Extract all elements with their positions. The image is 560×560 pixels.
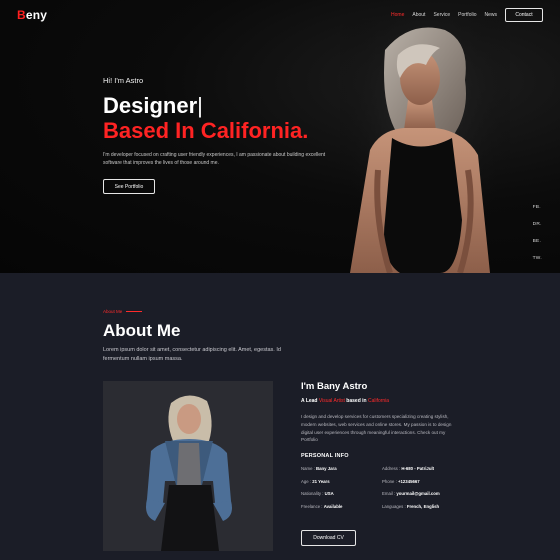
about-lead-text: Lorem ipsum dolor sit amet, consectetur … bbox=[103, 347, 281, 362]
typing-cursor: | bbox=[197, 93, 203, 118]
info-value: 21 Years bbox=[312, 478, 330, 484]
profile-name: I'm Bany Astro bbox=[301, 381, 368, 392]
role-highlight: Visual Artist bbox=[318, 398, 345, 404]
info-label: Phone : bbox=[382, 478, 399, 484]
nav-item-service[interactable]: Service bbox=[433, 12, 450, 18]
nav-item-news[interactable]: News bbox=[484, 12, 497, 18]
info-address: Address : H-680 - PatriJult bbox=[382, 466, 472, 471]
info-nationality: Nationality : USA bbox=[301, 491, 382, 496]
nav-item-home[interactable]: Home bbox=[391, 12, 404, 18]
social-behance-link[interactable]: BE. bbox=[533, 239, 542, 244]
personal-info-title: PERSONAL INFO bbox=[301, 453, 349, 460]
info-value: +12345667 bbox=[398, 478, 420, 484]
logo[interactable]: Beny bbox=[17, 8, 47, 22]
role-prefix: A Lead bbox=[301, 398, 319, 404]
info-label: Email : bbox=[382, 491, 397, 497]
role-location: California bbox=[367, 398, 390, 404]
see-portfolio-button[interactable]: See Portfolio bbox=[103, 179, 155, 194]
info-value: Available bbox=[323, 503, 343, 509]
social-facebook-link[interactable]: FB. bbox=[533, 205, 542, 210]
hero-description: I'm developer focused on crafting user f… bbox=[103, 152, 326, 166]
about-section: About Me About Me Lorem ipsum dolor sit … bbox=[0, 273, 560, 560]
about-title: About Me bbox=[103, 321, 181, 340]
hero-subheadline: Based In California. bbox=[103, 118, 309, 143]
info-email: Email : yourmail@gmail.com bbox=[382, 491, 472, 496]
profile-role: A Lead Visual Artist based in California bbox=[301, 398, 471, 404]
info-label: Age : bbox=[301, 478, 313, 484]
info-value: USA bbox=[324, 491, 334, 497]
info-name: Name : Bany Jara bbox=[301, 466, 382, 471]
eyebrow-divider bbox=[126, 311, 143, 312]
info-label: Languages : bbox=[382, 503, 407, 509]
info-value: French, English bbox=[406, 503, 440, 509]
about-eyebrow: About Me bbox=[103, 309, 143, 314]
info-value: H-680 - PatriJult bbox=[401, 466, 435, 472]
social-links: FB. DR. BE. TW. bbox=[533, 205, 542, 261]
hero-portrait-image bbox=[340, 20, 510, 273]
info-value: Bany Jara bbox=[316, 466, 337, 472]
download-cv-button[interactable]: Download CV bbox=[301, 530, 356, 546]
info-label: Address : bbox=[382, 466, 402, 472]
profile-bio: I design and develop services for custom… bbox=[301, 414, 452, 443]
personal-info-grid: Name : Bany Jara Address : H-680 - Patri… bbox=[301, 466, 471, 509]
info-label: Nationality : bbox=[301, 491, 325, 497]
hero-headline: Designer| bbox=[103, 93, 343, 118]
profile-details: I'm Bany Astro A Lead Visual Artist base… bbox=[301, 381, 471, 546]
info-languages: Languages : French, English bbox=[382, 504, 472, 509]
logo-initial: B bbox=[17, 8, 26, 22]
nav-item-portfolio[interactable]: Portfolio bbox=[458, 12, 476, 18]
info-phone: Phone : +12345667 bbox=[382, 479, 472, 484]
contact-button[interactable]: Contact bbox=[505, 8, 543, 22]
info-label: Name : bbox=[301, 466, 317, 472]
social-twitter-link[interactable]: TW. bbox=[533, 256, 542, 261]
hero-content: Hi! I'm Astro Designer| Based In Califor… bbox=[103, 76, 343, 194]
role-mid: based in bbox=[344, 398, 368, 404]
info-age: Age : 21 Years bbox=[301, 479, 382, 484]
logo-text: eny bbox=[25, 8, 48, 22]
hero-greeting: Hi! I'm Astro bbox=[103, 76, 144, 85]
info-value: yourmail@gmail.com bbox=[396, 491, 440, 497]
hero-section: Beny Home About Service Portfolio News C… bbox=[0, 0, 560, 273]
info-label: Freelance : bbox=[301, 503, 324, 509]
about-portrait-image bbox=[103, 381, 273, 551]
social-dribbble-link[interactable]: DR. bbox=[533, 222, 542, 227]
nav-item-about[interactable]: About bbox=[412, 12, 425, 18]
eyebrow-label: About Me bbox=[103, 309, 123, 314]
info-freelance: Freelance : Available bbox=[301, 504, 382, 509]
hero-headline-word: Designer bbox=[103, 93, 198, 118]
main-menu: Home About Service Portfolio News bbox=[391, 12, 497, 18]
